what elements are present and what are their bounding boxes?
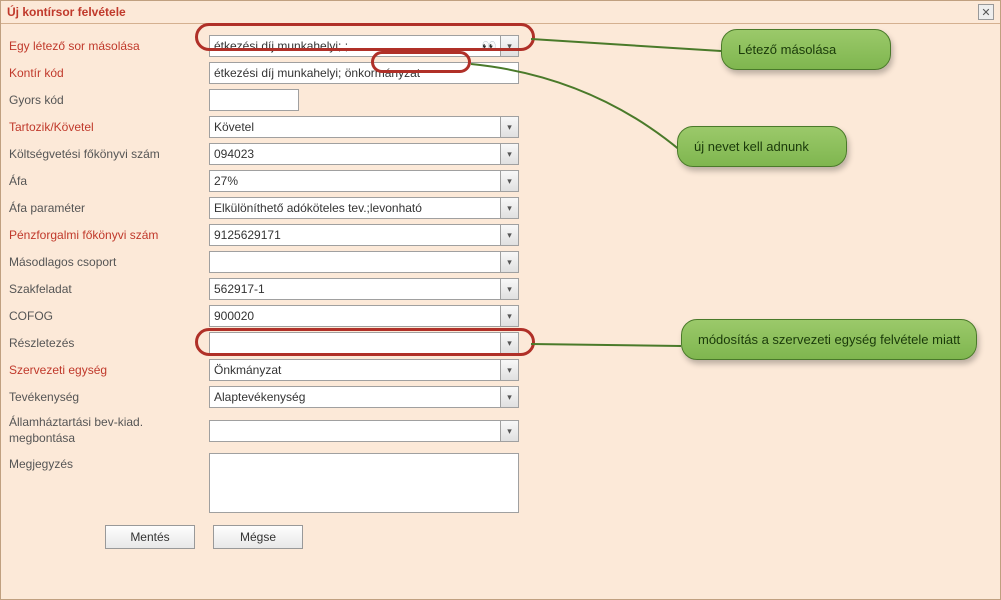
szakfeladat-select[interactable] <box>209 278 519 300</box>
label-allamhaztart: Államháztartási bev-kiad. megbontása <box>9 415 209 446</box>
label-reszletezes: Részletezés <box>9 336 209 350</box>
gyors-kod-input[interactable] <box>209 89 299 111</box>
callout-1-text: Létező másolása <box>738 42 836 57</box>
label-gyors-kod: Gyors kód <box>9 93 209 107</box>
callout-2: új nevet kell adnunk <box>677 126 847 167</box>
chevron-down-icon[interactable]: ▾ <box>500 171 518 191</box>
save-button[interactable]: Mentés <box>105 525 195 549</box>
chevron-down-icon[interactable]: ▾ <box>500 306 518 326</box>
penzforgalmi-select[interactable] <box>209 224 519 246</box>
callout-1: Létező másolása <box>721 29 891 70</box>
afa-param-select[interactable] <box>209 197 519 219</box>
cancel-button[interactable]: Mégse <box>213 525 303 549</box>
title-bar: Új kontírsor felvétele ✕ <box>1 1 1000 24</box>
callout-3: módosítás a szervezeti egység felvétele … <box>681 319 977 360</box>
chevron-down-icon[interactable]: ▾ <box>500 144 518 164</box>
dialog-title: Új kontírsor felvétele <box>7 5 126 19</box>
chevron-down-icon[interactable]: ▾ <box>500 421 518 441</box>
megjegyzes-textarea[interactable] <box>209 453 519 513</box>
binoculars-icon[interactable]: 👀 <box>481 38 497 54</box>
chevron-down-icon[interactable]: ▾ <box>500 360 518 380</box>
chevron-down-icon[interactable]: ▾ <box>500 387 518 407</box>
label-kontir-kod: Kontír kód <box>9 66 209 80</box>
dialog-window: Új kontírsor felvétele ✕ Egy létező sor … <box>0 0 1001 600</box>
label-afa: Áfa <box>9 174 209 188</box>
kontir-kod-input[interactable] <box>209 62 519 84</box>
label-copy-existing: Egy létező sor másolása <box>9 39 209 53</box>
copy-existing-select[interactable] <box>209 35 519 57</box>
label-szervezeti: Szervezeti egység <box>9 363 209 377</box>
cofog-select[interactable] <box>209 305 519 327</box>
tevekenyseg-select[interactable] <box>209 386 519 408</box>
callout-2-text: új nevet kell adnunk <box>694 139 809 154</box>
masodlagos-select[interactable] <box>209 251 519 273</box>
chevron-down-icon[interactable]: ▾ <box>500 252 518 272</box>
tk-select[interactable] <box>209 116 519 138</box>
chevron-down-icon[interactable]: ▾ <box>500 279 518 299</box>
label-masodlagos: Másodlagos csoport <box>9 255 209 269</box>
chevron-down-icon[interactable]: ▾ <box>500 117 518 137</box>
label-penzforgalmi: Pénzforgalmi főkönyvi szám <box>9 228 209 242</box>
callout-3-text: módosítás a szervezeti egység felvétele … <box>698 332 960 347</box>
koltsegvetesi-select[interactable] <box>209 143 519 165</box>
allamhaztart-select[interactable] <box>209 420 519 442</box>
form-body: Egy létező sor másolása 👀 ▾ Kontír kód G… <box>1 24 1000 559</box>
afa-select[interactable] <box>209 170 519 192</box>
chevron-down-icon[interactable]: ▾ <box>500 333 518 353</box>
chevron-down-icon[interactable]: ▾ <box>500 225 518 245</box>
chevron-down-icon[interactable]: ▾ <box>500 36 518 56</box>
label-afa-param: Áfa paraméter <box>9 201 209 215</box>
label-tk: Tartozik/Követel <box>9 120 209 134</box>
label-szakfeladat: Szakfeladat <box>9 282 209 296</box>
reszletezes-select[interactable] <box>209 332 519 354</box>
label-koltsegvetesi: Költségvetési főkönyvi szám <box>9 147 209 161</box>
label-tevekenyseg: Tevékenység <box>9 390 209 404</box>
chevron-down-icon[interactable]: ▾ <box>500 198 518 218</box>
szervezeti-select[interactable] <box>209 359 519 381</box>
close-icon[interactable]: ✕ <box>978 4 994 20</box>
label-cofog: COFOG <box>9 309 209 323</box>
label-megjegyzes: Megjegyzés <box>9 453 209 471</box>
